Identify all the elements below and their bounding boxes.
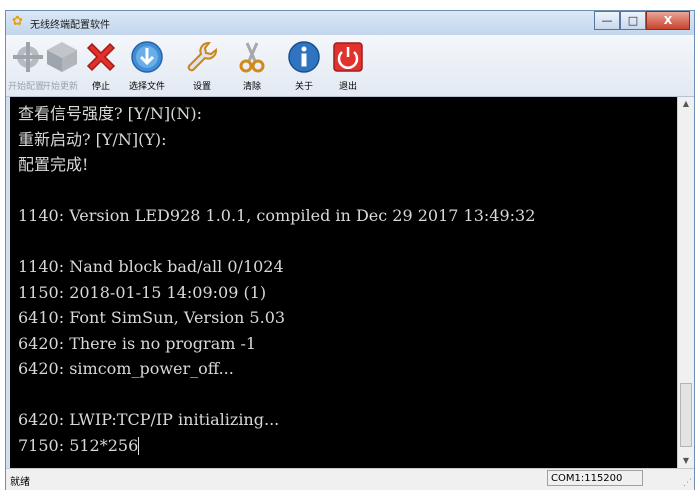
terminal-output[interactable]: 查看信号强度? [Y/N](N): 重新启动? [Y/N](Y): 配置完成! … [10,97,677,468]
window-title: 无线终端配置软件 [30,20,110,31]
stop-button[interactable]: 停止 [80,37,122,95]
start-config-label: 开始配置 [8,82,45,92]
scroll-up-icon[interactable]: ▲ [678,97,694,111]
terminal-last-line: 7150: 512*256 [18,435,139,455]
resize-grip-icon[interactable]: ⋰ [683,478,692,488]
title-bar[interactable]: ✿ 无线终端配置软件 — □ X [6,11,694,35]
app-window: ✿ 无线终端配置软件 — □ X 开始配置 开始更新 停止 选择文件 设置 清除… [5,10,695,490]
window-controls: — □ X [594,11,690,30]
minimize-button[interactable]: — [594,11,620,30]
text-cursor [138,437,140,455]
com-port-status: COM1:115200 [547,470,643,486]
select-file-label: 选择文件 [128,82,165,92]
terminal-line: 1150: 2018-01-15 14:09:09 (1) [18,282,267,302]
terminal-line: 重新启动? [Y/N](Y): [18,129,167,149]
scissors-icon [232,37,272,77]
app-logo-icon: ✿ [12,14,23,29]
select-file-button[interactable]: 选择文件 [124,37,170,95]
scroll-down-icon[interactable]: ▼ [678,454,694,468]
terminal-line: 查看信号强度? [Y/N](N): [18,104,202,123]
terminal-line: 配置完成! [18,155,89,174]
terminal-line: 6410: Font SimSun, Version 5.03 [18,308,286,327]
terminal-line: 6420: LWIP:TCP/IP initializing... [18,410,280,429]
start-update-button[interactable]: 开始更新 [42,37,79,95]
exit-button[interactable]: 退出 [328,37,368,95]
about-button[interactable]: 关于 [282,37,326,95]
power-icon [328,37,368,77]
status-text: 就绪 [10,477,30,488]
terminal-line: 6420: simcom_power_off... [18,359,234,378]
toolbar: 开始配置 开始更新 停止 选择文件 设置 清除 关于 退出 [6,35,694,97]
terminal-line: 1140: Nand block bad/all 0/1024 [18,257,284,276]
terminal-line: 6420: There is no program -1 [18,333,257,353]
exit-label: 退出 [338,82,357,92]
terminal-line: 1140: Version LED928 1.0.1, compiled in … [18,206,536,225]
info-icon [284,37,324,77]
close-button[interactable]: X [646,11,690,30]
start-update-label: 开始更新 [42,82,79,92]
settings-button[interactable]: 设置 [182,37,222,95]
red-x-icon [81,37,121,77]
maximize-button[interactable]: □ [620,11,646,30]
stop-label: 停止 [91,82,110,92]
vertical-scrollbar[interactable]: ▲ ▼ [677,97,694,468]
blue-download-icon [127,37,167,77]
wrench-icon [182,37,222,77]
start-config-button[interactable]: 开始配置 [8,37,45,95]
terminal-input-line[interactable]: 7150: 512*256 [18,433,677,459]
scrollbar-thumb[interactable] [680,383,692,447]
clear-button[interactable]: 清除 [232,37,272,95]
status-bar: 就绪 COM1:115200 ⋰ [6,468,694,490]
settings-label: 设置 [192,82,211,92]
clear-label: 清除 [242,82,261,92]
box-update-icon [42,37,82,77]
about-label: 关于 [294,82,313,92]
